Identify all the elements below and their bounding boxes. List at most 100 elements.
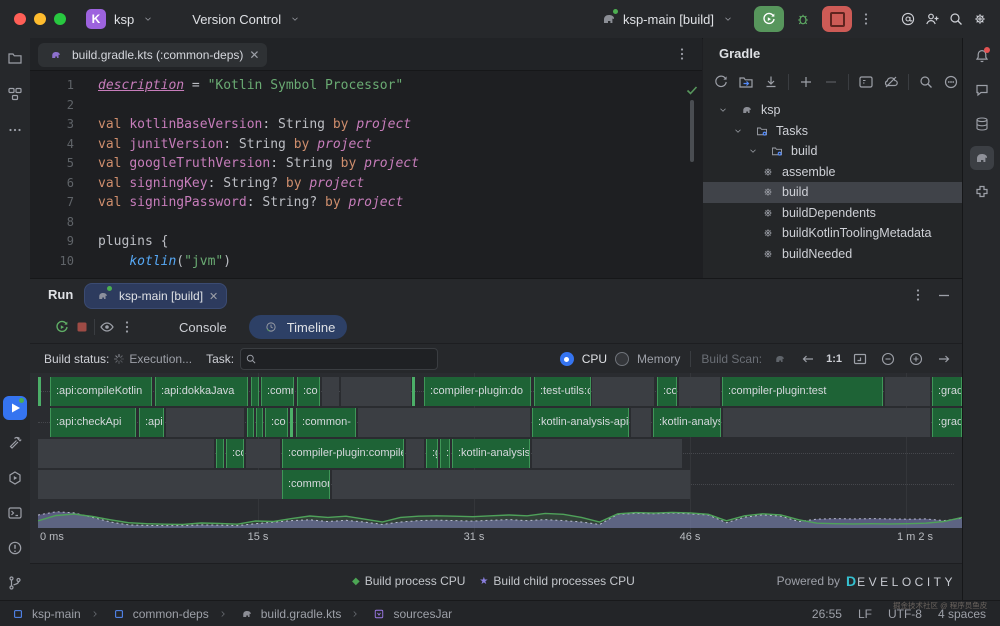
tool-stripe-chat[interactable]	[970, 78, 994, 102]
download-icon[interactable]	[761, 72, 781, 92]
tool-stripe-structure[interactable]	[3, 82, 27, 106]
task-bar[interactable]: :compiler-plugin:compileKotl	[282, 439, 404, 468]
editor-options-icon[interactable]	[672, 44, 692, 64]
tab-console[interactable]: Console	[165, 320, 241, 335]
plus-icon[interactable]	[796, 72, 816, 92]
chevron-down-icon[interactable]	[728, 121, 748, 141]
toolbar-more-icon[interactable]	[117, 317, 137, 337]
editor-area[interactable]: build.gradle.kts (:common-deps) ✕ 1descr…	[30, 38, 702, 278]
task-bar[interactable]: :co	[297, 377, 320, 406]
tree-item-buildKotlinToolingMetadata[interactable]: buildKotlinToolingMetadata	[703, 223, 962, 244]
task-bar[interactable]: :c	[247, 408, 254, 437]
breadcrumb-item-common-deps[interactable]: common-deps	[109, 604, 209, 624]
tree-item-assemble[interactable]: assemble	[703, 162, 962, 183]
task-bar[interactable]: :co	[226, 439, 244, 468]
task-bar[interactable]: :api:compileKotlin	[50, 377, 152, 406]
task-bar[interactable]: :kotlin-analysis-api:c	[532, 408, 629, 437]
task-search-icon[interactable]	[916, 72, 936, 92]
task-bar[interactable]: :common-	[282, 470, 330, 499]
task-bar[interactable]: :kotlin-analys	[653, 408, 721, 437]
zoom-out-icon[interactable]	[878, 349, 898, 369]
settings-gear-icon[interactable]	[970, 9, 990, 29]
code-view[interactable]: 1description = "Kotlin Symbol Processor"…	[30, 70, 702, 284]
task-bar[interactable]: :gradl	[932, 408, 962, 437]
cpu-radio[interactable]	[560, 352, 574, 366]
tool-stripe-terminal[interactable]	[3, 501, 27, 525]
task-bar[interactable]: :	[251, 377, 259, 406]
maximize-window-button[interactable]	[54, 13, 66, 25]
code-with-me-icon[interactable]	[922, 9, 942, 29]
minimize-window-button[interactable]	[34, 13, 46, 25]
stop-button[interactable]	[822, 6, 852, 32]
folder-sync-icon[interactable]	[736, 72, 756, 92]
editor-tab[interactable]: build.gradle.kts (:common-deps) ✕	[38, 43, 267, 67]
run-config-tab[interactable]: ksp-main [build] ✕	[84, 283, 227, 309]
task-bar[interactable]: :comm	[261, 377, 294, 406]
tree-item-build[interactable]: build	[703, 182, 962, 203]
stop-build-icon[interactable]	[72, 317, 92, 337]
build-timeline-chart[interactable]: :api:compileKotlin:api:dokkaJava::comm:c…	[30, 373, 962, 563]
task-search-input[interactable]	[240, 348, 438, 370]
task-bar[interactable]: :c	[216, 439, 224, 468]
task-bar[interactable]: :compiler-plugin:test	[722, 377, 883, 406]
search-everywhere-icon[interactable]	[946, 9, 966, 29]
sync-icon[interactable]	[711, 72, 731, 92]
tree-item-Tasks[interactable]: Tasks	[703, 121, 962, 142]
tree-item-ksp[interactable]: ksp	[703, 100, 962, 121]
tool-stripe-more[interactable]	[3, 118, 27, 142]
task-bar[interactable]: :test-utils:co	[534, 377, 591, 406]
status-widget[interactable]: UTF-8	[888, 607, 922, 621]
tree-item-buildDependents[interactable]: buildDependents	[703, 203, 962, 224]
tool-stripe-db[interactable]	[970, 112, 994, 136]
project-widget[interactable]: K ksp	[86, 9, 158, 29]
status-widget[interactable]: 4 spaces	[938, 607, 986, 621]
task-bar[interactable]: :co	[265, 408, 288, 437]
task-bar[interactable]: :common-	[296, 408, 356, 437]
run-options-icon[interactable]	[908, 285, 928, 305]
tool-stripe-hexplay[interactable]	[3, 466, 27, 490]
zoom-reset-button[interactable]: 1:1	[826, 353, 842, 365]
breadcrumb-item-ksp-main[interactable]: ksp-main	[8, 604, 81, 624]
breadcrumb-item-build.gradle.kts[interactable]: build.gradle.kts	[237, 604, 342, 624]
tab-timeline[interactable]: Timeline	[249, 315, 348, 339]
editor-scrollbar[interactable]	[690, 100, 694, 162]
close-window-button[interactable]	[14, 13, 26, 25]
tool-stripe-git[interactable]	[3, 571, 27, 595]
filter-view-icon[interactable]	[97, 317, 117, 337]
run-config-name[interactable]: ksp-main [build]	[623, 12, 714, 27]
vcs-widget[interactable]: Version Control	[184, 9, 305, 29]
memory-radio[interactable]	[615, 352, 629, 366]
task-bar[interactable]: :api:dokkaJava	[155, 377, 248, 406]
scroll-right-icon[interactable]	[934, 349, 954, 369]
offline-icon[interactable]	[881, 72, 901, 92]
task-bar[interactable]: :compiler-plugin:do	[424, 377, 531, 406]
minus-icon[interactable]	[821, 72, 841, 92]
tree-item-buildNeeded[interactable]: buildNeeded	[703, 244, 962, 265]
chevron-down-icon[interactable]	[743, 141, 763, 161]
task-bar[interactable]: :s	[440, 439, 450, 468]
chevron-down-icon[interactable]	[713, 100, 733, 120]
ai-assistant-icon[interactable]	[898, 9, 918, 29]
close-tab-icon[interactable]: ✕	[209, 290, 218, 303]
tool-stripe-puzzle[interactable]	[970, 180, 994, 204]
fit-to-window-icon[interactable]	[850, 349, 870, 369]
more-actions-icon[interactable]	[856, 9, 876, 29]
tool-stripe-bell[interactable]	[970, 44, 994, 68]
status-widget[interactable]: LF	[858, 607, 872, 621]
run-button[interactable]	[754, 6, 784, 32]
execute-task-icon[interactable]	[856, 72, 876, 92]
task-bar[interactable]: :api:checkApi	[50, 408, 136, 437]
hide-panel-icon[interactable]	[934, 285, 954, 305]
tool-stripe-hammer[interactable]	[3, 431, 27, 455]
task-bar[interactable]: :co	[657, 377, 677, 406]
rerun-build-icon[interactable]	[52, 317, 72, 337]
status-widget[interactable]: 26:55	[812, 607, 842, 621]
debug-button[interactable]	[788, 6, 818, 32]
task-bar[interactable]: :gradl	[932, 377, 962, 406]
task-bar[interactable]: :api	[139, 408, 164, 437]
task-bar[interactable]: :kotlin-analysis-ap	[452, 439, 530, 468]
scroll-left-icon[interactable]	[798, 349, 818, 369]
close-tab-icon[interactable]: ✕	[249, 48, 259, 62]
breadcrumb-item-sourcesJar[interactable]: sourcesJar	[369, 604, 452, 624]
tool-stripe-play[interactable]	[3, 396, 27, 420]
